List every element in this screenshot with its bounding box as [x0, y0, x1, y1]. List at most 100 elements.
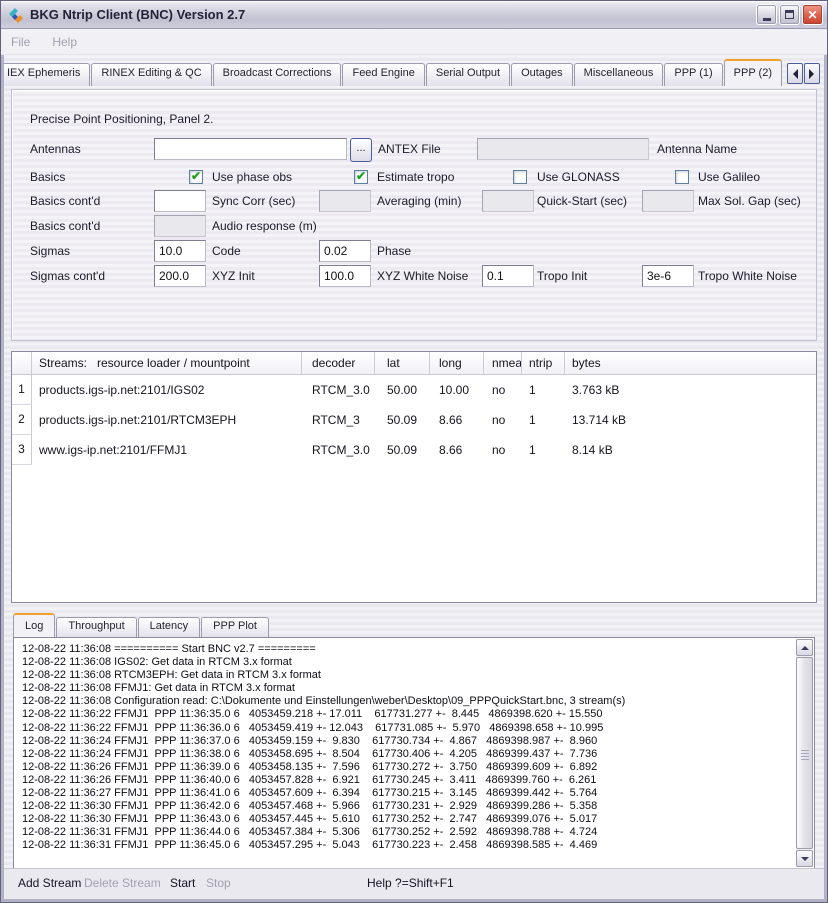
cell-mountpoint: www.igs-ip.net:2101/FFMJ1	[32, 435, 302, 465]
header-nmea: nmea	[484, 352, 522, 374]
tab-ppp-plot[interactable]: PPP Plot	[201, 617, 269, 637]
menu-help[interactable]: Help	[52, 35, 77, 49]
log-line: 12-08-22 11:36:30 FFMJ1 PPP 11:36:42.0 6…	[22, 800, 796, 813]
cell-mountpoint: products.igs-ip.net:2101/RTCM3EPH	[32, 405, 302, 435]
tropo-init-label: Tropo Init	[537, 265, 587, 287]
tab-scroll-right-button[interactable]	[804, 63, 820, 84]
tab-scroll-left-button[interactable]	[787, 63, 803, 84]
cell-lat: 50.00	[375, 375, 430, 405]
log-line: 12-08-22 11:36:30 FFMJ1 PPP 11:36:43.0 6…	[22, 813, 796, 826]
left-arrow-icon	[788, 69, 798, 79]
tab-outages[interactable]: Outages	[511, 63, 573, 86]
header-ntrip: ntrip	[522, 352, 565, 374]
estimate-tropo-checkbox[interactable]	[354, 170, 368, 184]
scroll-up-button[interactable]	[796, 639, 813, 656]
down-arrow-icon	[801, 857, 809, 865]
header-long: long	[430, 352, 484, 374]
browse-button[interactable]: ...	[350, 138, 372, 162]
log-line: 12-08-22 11:36:22 FFMJ1 PPP 11:36:35.0 6…	[22, 708, 796, 721]
log-scrollbar	[796, 639, 813, 867]
max-sol-gap-input	[642, 190, 694, 212]
antennas-input[interactable]	[154, 138, 347, 160]
row-number: 3	[12, 435, 32, 465]
estimate-tropo-label: Estimate tropo	[377, 166, 454, 188]
tab-broadcast-corrections[interactable]: Broadcast Corrections	[213, 63, 342, 86]
log-line: 12-08-22 11:36:24 FFMJ1 PPP 11:36:37.0 6…	[22, 735, 796, 748]
tab-log[interactable]: Log	[13, 613, 55, 637]
cell-bytes: 13.714 kB	[565, 405, 816, 435]
log-line: 12-08-22 11:36:08 RTCM3EPH: Get data in …	[22, 669, 796, 682]
cell-bytes: 3.763 kB	[565, 375, 816, 405]
sigma-code-label: Code	[212, 240, 241, 262]
use-glonass-checkbox[interactable]	[513, 170, 527, 184]
main-tab-bar: IEX Ephemeris RINEX Editing & QC Broadca…	[4, 59, 824, 86]
log-line: 12-08-22 11:36:26 FFMJ1 PPP 11:36:39.0 6…	[22, 761, 796, 774]
tropo-init-input[interactable]	[482, 265, 534, 287]
header-mountpoint: Streams: resource loader / mountpoint	[32, 352, 302, 374]
maximize-button[interactable]	[779, 4, 800, 25]
use-phase-obs-checkbox[interactable]	[189, 170, 203, 184]
use-galileo-checkbox[interactable]	[675, 170, 689, 184]
sigma-phase-input[interactable]	[319, 240, 371, 262]
log-line: 12-08-22 11:36:31 FFMJ1 PPP 11:36:44.0 6…	[22, 826, 796, 839]
sigmas-contd-label: Sigmas cont'd	[30, 265, 105, 287]
sigmas-label: Sigmas	[30, 240, 70, 262]
tab-rinex-editing-qc[interactable]: RINEX Editing & QC	[91, 63, 211, 86]
stop-button: Stop	[206, 876, 231, 890]
tab-miscellaneous[interactable]: Miscellaneous	[574, 63, 664, 86]
use-phase-obs-label: Use phase obs	[212, 166, 292, 188]
up-arrow-icon	[801, 642, 809, 650]
cell-mountpoint: products.igs-ip.net:2101/IGS02	[32, 375, 302, 405]
tab-latency[interactable]: Latency	[138, 617, 201, 637]
stream-row-1[interactable]: 1 products.igs-ip.net:2101/IGS02 RTCM_3.…	[12, 375, 816, 405]
stream-row-2[interactable]: 2 products.igs-ip.net:2101/RTCM3EPH RTCM…	[12, 405, 816, 435]
panel-title: Precise Point Positioning, Panel 2.	[30, 108, 213, 130]
xyz-init-input[interactable]	[154, 265, 206, 287]
xyz-white-noise-input[interactable]	[319, 265, 371, 287]
cell-long: 8.66	[430, 435, 484, 465]
minimize-button[interactable]	[756, 4, 777, 25]
log-line: 12-08-22 11:36:31 FFMJ1 PPP 11:36:45.0 6…	[22, 839, 796, 852]
averaging-label: Averaging (min)	[377, 190, 461, 212]
right-arrow-icon	[809, 69, 819, 79]
start-button[interactable]: Start	[170, 876, 195, 890]
close-button[interactable]: ✕	[802, 4, 823, 25]
tropo-white-noise-label: Tropo White Noise	[698, 265, 797, 287]
scroll-down-button[interactable]	[796, 850, 813, 867]
tropo-white-noise-input[interactable]	[642, 265, 694, 287]
cell-decoder: RTCM_3	[302, 405, 375, 435]
log-line: 12-08-22 11:36:08 FFMJ1: Get data in RTC…	[22, 682, 796, 695]
audio-response-label: Audio response (m)	[212, 215, 317, 237]
tab-serial-output[interactable]: Serial Output	[426, 63, 510, 86]
antex-file-input	[477, 138, 649, 160]
bottom-tab-bar: Log Throughput Latency PPP Plot	[13, 613, 817, 637]
header-lat: lat	[375, 352, 430, 374]
log-panel: 12-08-22 11:36:08 ========== Start BNC v…	[13, 637, 815, 869]
cell-bytes: 8.14 kB	[565, 435, 816, 465]
antennas-label: Antennas	[30, 138, 81, 160]
thumb-grip-icon	[801, 753, 809, 754]
menu-file[interactable]: File	[11, 35, 30, 49]
maximize-icon	[785, 10, 794, 19]
basics-contd-label: Basics cont'd	[30, 190, 100, 212]
sigma-code-input[interactable]	[154, 240, 206, 262]
log-line: 12-08-22 11:36:08 ========== Start BNC v…	[22, 643, 796, 656]
tab-ppp-1[interactable]: PPP (1)	[664, 63, 722, 86]
cell-lat: 50.09	[375, 435, 430, 465]
quick-start-input	[482, 190, 534, 212]
row-number: 2	[12, 405, 32, 435]
audio-response-input	[154, 215, 206, 237]
tab-feed-engine[interactable]: Feed Engine	[342, 63, 424, 86]
app-window: BKG Ntrip Client (BNC) Version 2.7 ✕ Fil…	[0, 0, 828, 903]
tab-rinex-ephemeris[interactable]: IEX Ephemeris	[4, 63, 90, 86]
streams-header: Streams: resource loader / mountpoint de…	[12, 352, 816, 375]
scrollbar-thumb[interactable]	[796, 657, 813, 849]
sync-corr-input[interactable]	[154, 190, 206, 212]
tab-ppp-2[interactable]: PPP (2)	[724, 59, 782, 86]
stream-row-3[interactable]: 3 www.igs-ip.net:2101/FFMJ1 RTCM_3.0 50.…	[12, 435, 816, 465]
tab-throughput[interactable]: Throughput	[56, 617, 136, 637]
use-galileo-label: Use Galileo	[698, 166, 760, 188]
app-icon	[7, 6, 25, 24]
add-stream-button[interactable]: Add Stream	[18, 876, 81, 890]
menu-bar: File Help	[1, 29, 827, 55]
